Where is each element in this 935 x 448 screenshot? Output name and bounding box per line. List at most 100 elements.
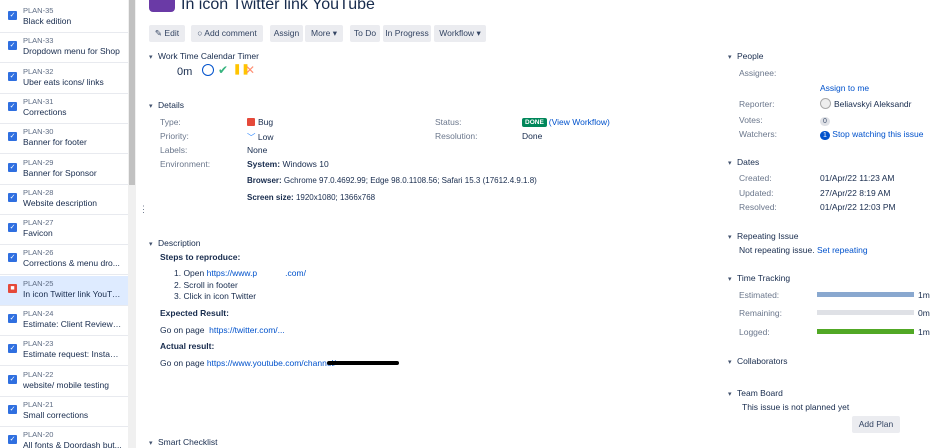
dates-section-toggle[interactable]: ▾ Dates bbox=[728, 157, 759, 167]
edit-label: Edit bbox=[164, 28, 180, 38]
sidebar-item-summary: Estimate request: Instagr... bbox=[23, 349, 123, 360]
sidebar-item[interactable]: ✓ PLAN-35 Black edition bbox=[0, 3, 128, 33]
sidebar-item[interactable]: ✓ PLAN-29 Banner for Sponsor bbox=[0, 155, 128, 185]
story-check-icon: ✓ bbox=[8, 223, 17, 233]
type-text: Bug bbox=[258, 117, 274, 127]
chevron-down-icon: ▾ bbox=[149, 103, 153, 110]
sidebar-item-key: PLAN-30 bbox=[23, 127, 54, 137]
sidebar-item-summary: Estimate: Client Reviews ... bbox=[23, 319, 123, 329]
smart-checklist-heading: Smart Checklist bbox=[158, 437, 218, 447]
sidebar-scroll-thumb[interactable] bbox=[129, 0, 135, 185]
add-comment-label: Add comment bbox=[204, 28, 257, 38]
actual-link[interactable]: https://www.youtube.com/channel/ bbox=[207, 358, 336, 368]
sidebar-item-key: PLAN-20 bbox=[23, 430, 54, 440]
repeating-status: Not repeating issue. bbox=[739, 245, 815, 255]
sidebar-item-key: PLAN-23 bbox=[23, 339, 54, 349]
smart-checklist-toggle[interactable]: ▾ Smart Checklist bbox=[149, 437, 218, 447]
description-section-toggle[interactable]: ▾ Description bbox=[149, 238, 201, 248]
workflow-button[interactable]: Workflow ▾ bbox=[434, 25, 486, 42]
view-workflow-link[interactable]: (View Workflow) bbox=[549, 117, 610, 127]
collaborators-section-toggle[interactable]: ▾ Collaborators bbox=[728, 356, 788, 366]
priority-text: Low bbox=[257, 132, 274, 142]
cancel-icon[interactable]: ✕ bbox=[245, 63, 255, 77]
issue-list-sidebar: ✓ PLAN-35 Black edition ✓ PLAN-33 Dropdown me… bbox=[0, 0, 128, 448]
project-avatar-icon bbox=[149, 0, 175, 12]
people-section-toggle[interactable]: ▾ People bbox=[728, 51, 763, 61]
sidebar-item[interactable]: ✓ PLAN-32 Uber eats icons/ links bbox=[0, 64, 128, 94]
time-tracking-section-toggle[interactable]: ▾ Time Tracking bbox=[728, 273, 790, 283]
time-tracking-heading: Time Tracking bbox=[737, 273, 791, 283]
set-repeating-link[interactable]: Set repeating bbox=[817, 245, 868, 255]
estimated-bar-fill bbox=[817, 292, 914, 297]
timer-heading: Work Time Calendar Timer bbox=[158, 51, 259, 61]
timer-section-toggle[interactable]: ▾ Work Time Calendar Timer bbox=[149, 51, 259, 61]
add-comment-button[interactable]: ○ Add comment bbox=[191, 25, 263, 42]
sidebar-item-key: PLAN-25 bbox=[23, 278, 54, 288]
clock-icon[interactable] bbox=[202, 64, 214, 76]
sidebar-item-key: PLAN-29 bbox=[23, 157, 54, 167]
logged-value: 1m bbox=[918, 327, 930, 337]
sidebar-item-summary: Corrections & menu dro... bbox=[23, 258, 120, 269]
sidebar-item-summary: Black edition bbox=[23, 16, 72, 26]
team-board-heading: Team Board bbox=[737, 388, 783, 398]
step-1: 1. Open https://www.p .com/ bbox=[174, 268, 306, 278]
in-progress-button[interactable]: In Progress bbox=[383, 25, 431, 42]
sidebar-item[interactable]: ✓ PLAN-33 Dropdown menu for Shop bbox=[0, 33, 128, 64]
edit-button[interactable]: ✎ Edit bbox=[149, 25, 185, 42]
resolved-value: 01/Apr/22 12:03 PM bbox=[820, 202, 896, 212]
updated-value: 27/Apr/22 8:19 AM bbox=[820, 188, 891, 198]
sidebar-item[interactable]: ✓ PLAN-21 Small corrections bbox=[0, 397, 128, 427]
workflow-label: Workflow bbox=[439, 28, 475, 38]
sidebar-item[interactable]: ✓ PLAN-27 Favicon bbox=[0, 215, 128, 246]
remaining-value: 0m bbox=[918, 308, 930, 318]
bug-icon bbox=[247, 118, 255, 126]
resize-handle-icon[interactable]: ⋮ bbox=[139, 204, 148, 215]
resolved-label: Resolved: bbox=[739, 202, 777, 212]
story-check-icon: ✓ bbox=[8, 253, 17, 263]
sidebar-item[interactable]: ✓ PLAN-20 All fonts & Doordash but... bbox=[0, 427, 128, 448]
sidebar-item[interactable]: ■ PLAN-25 In icon Twitter link YouTu... bbox=[0, 275, 128, 306]
expected-link[interactable]: https://twitter.com/... bbox=[209, 325, 285, 335]
chevron-down-icon: ▾ bbox=[728, 359, 732, 366]
sidebar-item-key: PLAN-28 bbox=[23, 187, 54, 197]
dates-heading: Dates bbox=[737, 157, 760, 167]
reporter-value: Beliavskyi Aleksandr bbox=[820, 98, 911, 109]
step-1-link[interactable]: https://www.p bbox=[207, 268, 258, 278]
chevron-down-icon: ▾ bbox=[149, 241, 153, 248]
step-2: 2. Scroll in footer bbox=[174, 280, 238, 290]
sidebar-item-key: PLAN-22 bbox=[23, 369, 54, 379]
sidebar-item[interactable]: ✓ PLAN-31 Corrections bbox=[0, 94, 128, 124]
check-icon[interactable]: ✔ bbox=[218, 63, 228, 77]
description-heading: Description bbox=[158, 238, 201, 248]
env-screen-value: 1920x1080; 1366x768 bbox=[295, 193, 376, 202]
stop-watching-link[interactable]: Stop watching this issue bbox=[832, 129, 923, 139]
assign-button[interactable]: Assign bbox=[270, 25, 303, 42]
logged-label: Logged: bbox=[739, 327, 770, 337]
environment-label: Environment: bbox=[160, 159, 211, 169]
details-section-toggle[interactable]: ▾ Details bbox=[149, 100, 184, 110]
sidebar-item[interactable]: ✓ PLAN-26 Corrections & menu dro... bbox=[0, 245, 128, 276]
issue-title: In icon Twitter link YouTube bbox=[181, 0, 375, 13]
sidebar-item[interactable]: ✓ PLAN-30 Banner for footer bbox=[0, 124, 128, 155]
type-value: Bug bbox=[247, 117, 273, 127]
votes-value[interactable]: 0 bbox=[820, 115, 830, 126]
sidebar-item[interactable]: ✓ PLAN-28 Website description bbox=[0, 185, 128, 215]
expected-prefix: Go on page bbox=[160, 325, 205, 335]
team-board-section-toggle[interactable]: ▾ Team Board bbox=[728, 388, 783, 398]
env-browser-label: Browser: bbox=[247, 176, 282, 185]
sidebar-item[interactable]: ✓ PLAN-24 Estimate: Client Reviews ... bbox=[0, 306, 128, 336]
sidebar-item-key: PLAN-24 bbox=[23, 309, 54, 318]
step-1-link-end[interactable]: .com/ bbox=[285, 268, 306, 278]
chevron-down-icon: ▾ bbox=[728, 234, 732, 241]
add-plan-button[interactable]: Add Plan bbox=[852, 416, 900, 433]
sidebar-item-summary: Favicon bbox=[23, 228, 53, 239]
assign-to-me-link[interactable]: Assign to me bbox=[820, 83, 869, 93]
sidebar-item[interactable]: ✓ PLAN-22 website/ mobile testing bbox=[0, 367, 128, 397]
story-check-icon: ✓ bbox=[8, 11, 17, 20]
steps-heading: Steps to reproduce: bbox=[160, 252, 241, 262]
story-check-icon: ✓ bbox=[8, 101, 17, 111]
repeating-section-toggle[interactable]: ▾ Repeating Issue bbox=[728, 231, 798, 241]
to-do-button[interactable]: To Do bbox=[350, 25, 380, 42]
sidebar-item[interactable]: ✓ PLAN-23 Estimate request: Instagr... bbox=[0, 336, 128, 367]
more-button[interactable]: More ▾ bbox=[305, 25, 343, 42]
